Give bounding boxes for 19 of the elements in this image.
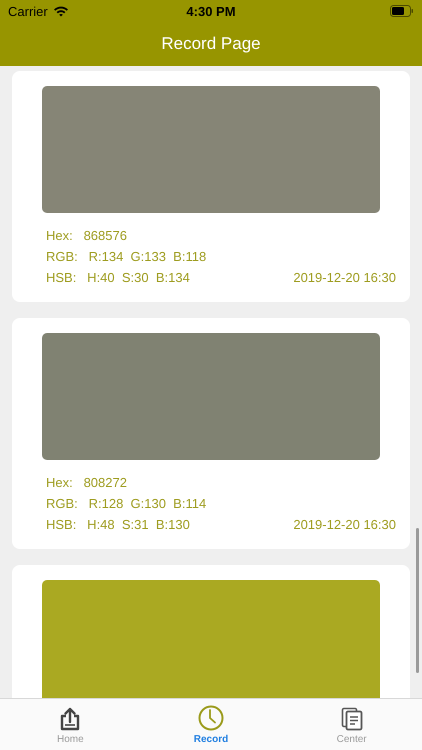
hsb-value: HSB: H:40 S:30 B:134: [46, 269, 190, 286]
upload-icon: [59, 707, 82, 731]
record-date: 2019-12-20 16:30: [293, 269, 396, 286]
clock-icon: [198, 705, 224, 731]
wifi-icon: [52, 5, 69, 17]
tab-item[interactable]: Center: [312, 699, 392, 750]
tab-item[interactable]: Record: [170, 699, 251, 750]
hsb-value: HSB: H:48 S:31 B:130: [46, 516, 190, 533]
rgb-value: RGB: R:128 G:130 B:114: [46, 495, 208, 512]
rgb-value: RGB: R:134 G:133 B:118: [46, 248, 208, 265]
page-title: Record Page: [161, 34, 261, 54]
record-date: 2019-12-20 16:30: [293, 516, 396, 533]
hex-value: Hex: 808272: [46, 474, 128, 491]
battery-icon: [390, 5, 414, 17]
status-time: 4:30 PM: [186, 4, 236, 18]
carrier-label: Carrier: [8, 4, 48, 18]
hex-value: Hex: 868576: [46, 227, 128, 244]
documents-icon: [340, 707, 363, 731]
tab-item[interactable]: Home: [30, 699, 110, 750]
